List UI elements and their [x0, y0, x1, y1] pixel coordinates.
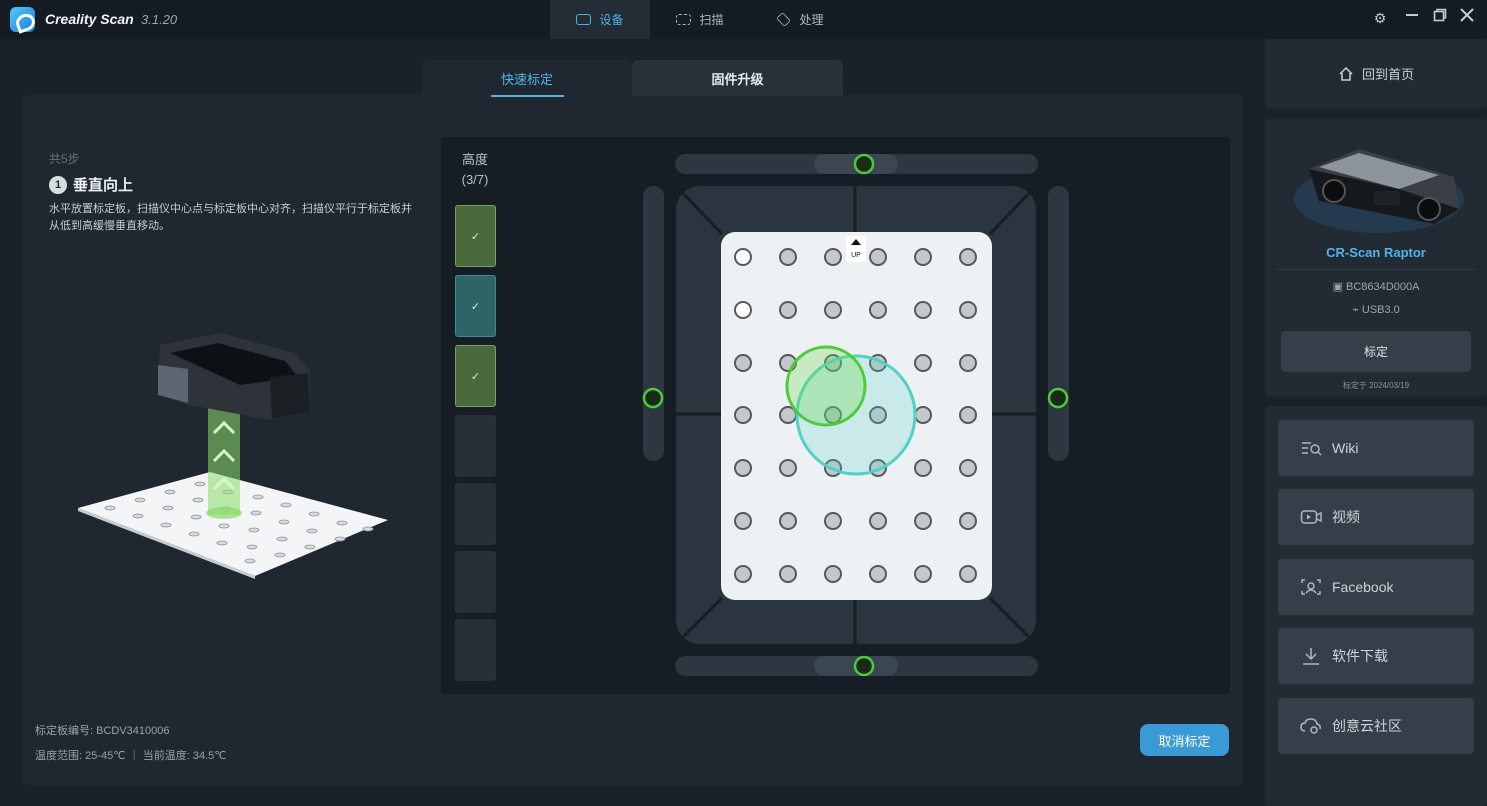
- top-nav: 设备 扫描 处理: [550, 0, 850, 39]
- home-icon: [1339, 66, 1353, 81]
- video-link-button[interactable]: 视频: [1278, 489, 1474, 545]
- download-link-label: 软件下载: [1332, 648, 1388, 664]
- tab-process-label: 处理: [799, 13, 824, 27]
- tab-scan[interactable]: 扫描: [650, 0, 750, 39]
- wiki-link-button[interactable]: Wiki: [1278, 420, 1474, 476]
- top-tilt-indicator: [853, 153, 875, 175]
- scan-icon: [676, 14, 692, 25]
- check-icon: ✓: [470, 300, 481, 313]
- calibration-date: 标定于 2024/03/19: [1342, 381, 1410, 390]
- wiki-search-icon: [1302, 442, 1322, 456]
- height-indicator-label: 高度 (3/7): [455, 150, 495, 190]
- wiki-link-label: Wiki: [1332, 440, 1359, 456]
- back-home-label: 回到首页: [1361, 67, 1414, 82]
- height-label: 高度: [461, 152, 488, 167]
- step-description: 水平放置标定板，扫描仪中心点与标定板中心对齐，扫描仪平行于标定板并从低到高缓慢垂…: [49, 203, 412, 232]
- close-icon[interactable]: [1457, 8, 1477, 28]
- back-home-button[interactable]: 回到首页: [1265, 39, 1487, 108]
- tab-firmware-upgrade[interactable]: 固件升级: [632, 60, 843, 96]
- title-bar: Creality Scan 3.1.20 设备 扫描 处理 ⚙: [0, 0, 1487, 39]
- calibrate-button[interactable]: 标定: [1281, 331, 1471, 372]
- video-link-label: 视频: [1332, 509, 1360, 525]
- step-number-badge: 1: [49, 175, 67, 194]
- cancel-calibration-label: 取消标定: [1158, 733, 1211, 749]
- scanner-device-image: [1294, 149, 1464, 233]
- download-icon: [1303, 648, 1319, 665]
- minimize-icon[interactable]: [1402, 8, 1422, 28]
- layers-icon: [776, 12, 792, 27]
- video-icon: [1300, 510, 1322, 524]
- calibration-target-view: UP: [642, 153, 1069, 677]
- cancel-calibration-button[interactable]: 取消标定: [1140, 724, 1229, 756]
- right-tilt-bar: [1048, 186, 1069, 461]
- community-cloud-icon: [1300, 718, 1321, 734]
- height-slot-3: ✓: [455, 345, 496, 407]
- tab-firmware-upgrade-label: 固件升级: [711, 71, 764, 87]
- app-logo-icon: [10, 7, 35, 32]
- restore-icon[interactable]: [1430, 8, 1450, 28]
- device-serial: ▣ BC8634D000A: [1265, 280, 1487, 293]
- step-title-text: 垂直向上: [73, 177, 134, 194]
- board-info: 标定板编号: BCDV3410006 温度范围: 25-45℃ ｜ 当前温度: …: [35, 719, 227, 769]
- device-name: CR-Scan Raptor: [1326, 245, 1426, 260]
- step-title: 1 垂直向上: [49, 174, 133, 195]
- tab-quick-calibration-label: 快速标定: [500, 71, 553, 87]
- height-slot-7: [455, 619, 496, 681]
- up-label: UP: [851, 252, 861, 259]
- chip-icon: ▣: [1332, 281, 1347, 293]
- community-link-label: 创意云社区: [1332, 718, 1402, 734]
- facebook-link-button[interactable]: Facebook: [1278, 559, 1474, 615]
- bottom-tilt-indicator: [853, 655, 875, 677]
- usb-icon: ⌁: [1352, 304, 1362, 316]
- board-temperature: 温度范围: 25-45℃ ｜ 当前温度: 34.5℃: [35, 750, 227, 762]
- target-position-circle: [785, 345, 867, 427]
- tab-device-label: 设备: [599, 13, 624, 27]
- links-panel: Wiki 视频 Facebook 软件下载 创意云社区: [1265, 406, 1487, 806]
- tab-quick-calibration[interactable]: 快速标定: [422, 60, 632, 97]
- app-version: 3.1.20: [141, 12, 178, 27]
- divider: [1277, 269, 1475, 270]
- device-icon: [576, 14, 592, 25]
- facebook-icon: [1301, 579, 1321, 595]
- tab-scan-label: 扫描: [699, 13, 724, 27]
- height-slot-1: ✓: [455, 205, 496, 267]
- device-serial-text: BC8634D000A: [1346, 281, 1420, 293]
- gear-icon[interactable]: ⚙: [1370, 8, 1390, 28]
- height-slot-6: [455, 551, 496, 613]
- height-progress: (3/7): [461, 172, 489, 187]
- steps-count: 共5步: [49, 152, 80, 166]
- left-tilt-indicator: [642, 387, 664, 409]
- facebook-link-label: Facebook: [1332, 579, 1394, 595]
- device-usb-text: USB3.0: [1361, 304, 1400, 316]
- left-tilt-bar: [643, 186, 664, 461]
- board-id: 标定板编号: BCDV3410006: [35, 725, 170, 737]
- tab-process[interactable]: 处理: [750, 0, 850, 39]
- device-card: CR-Scan Raptor ▣ BC8634D000A ⌁ USB3.0 标定…: [1265, 119, 1487, 396]
- height-slot-2: ✓: [455, 275, 496, 337]
- device-usb: ⌁ USB3.0: [1265, 303, 1487, 316]
- app-title: Creality Scan: [45, 11, 134, 27]
- right-tilt-indicator: [1047, 387, 1069, 409]
- check-icon: ✓: [470, 230, 481, 243]
- height-slot-4: [455, 415, 496, 477]
- calibrate-button-label: 标定: [1363, 345, 1388, 359]
- tab-device[interactable]: 设备: [550, 0, 650, 39]
- scanner-calibration-illustration: [78, 333, 388, 579]
- community-link-button[interactable]: 创意云社区: [1278, 698, 1474, 754]
- check-icon: ✓: [470, 370, 481, 383]
- active-tab-underline: [491, 95, 564, 97]
- height-slot-5: [455, 483, 496, 545]
- download-link-button[interactable]: 软件下载: [1278, 628, 1474, 684]
